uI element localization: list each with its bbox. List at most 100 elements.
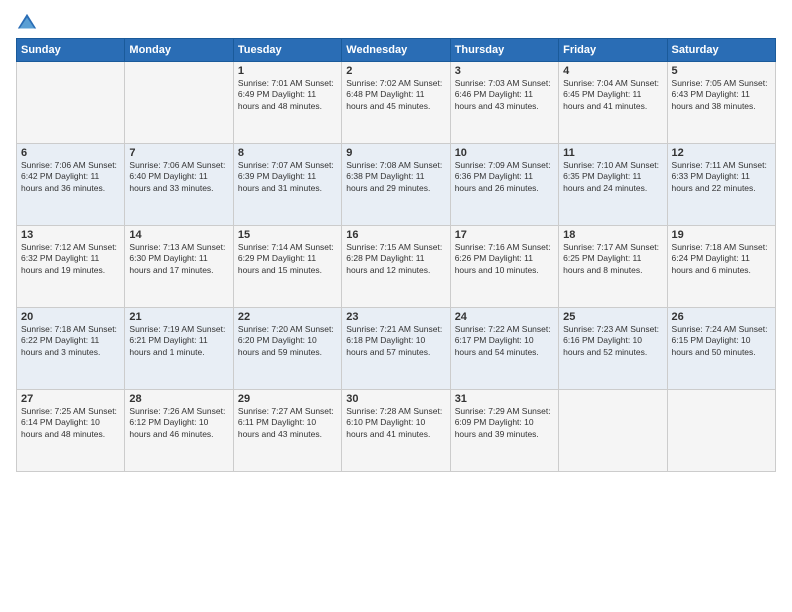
calendar-cell: 10Sunrise: 7:09 AM Sunset: 6:36 PM Dayli… [450, 144, 558, 226]
day-info: Sunrise: 7:29 AM Sunset: 6:09 PM Dayligh… [455, 406, 554, 440]
calendar-cell: 24Sunrise: 7:22 AM Sunset: 6:17 PM Dayli… [450, 308, 558, 390]
col-header-monday: Monday [125, 39, 233, 62]
day-info: Sunrise: 7:12 AM Sunset: 6:32 PM Dayligh… [21, 242, 120, 276]
day-number: 19 [672, 229, 771, 241]
header-row: SundayMondayTuesdayWednesdayThursdayFrid… [17, 39, 776, 62]
day-number: 30 [346, 393, 445, 405]
day-info: Sunrise: 7:07 AM Sunset: 6:39 PM Dayligh… [238, 160, 337, 194]
day-number: 22 [238, 311, 337, 323]
day-info: Sunrise: 7:22 AM Sunset: 6:17 PM Dayligh… [455, 324, 554, 358]
day-info: Sunrise: 7:06 AM Sunset: 6:40 PM Dayligh… [129, 160, 228, 194]
day-info: Sunrise: 7:25 AM Sunset: 6:14 PM Dayligh… [21, 406, 120, 440]
calendar-cell: 5Sunrise: 7:05 AM Sunset: 6:43 PM Daylig… [667, 62, 775, 144]
day-info: Sunrise: 7:13 AM Sunset: 6:30 PM Dayligh… [129, 242, 228, 276]
calendar-cell: 31Sunrise: 7:29 AM Sunset: 6:09 PM Dayli… [450, 390, 558, 472]
calendar-cell: 28Sunrise: 7:26 AM Sunset: 6:12 PM Dayli… [125, 390, 233, 472]
day-number: 29 [238, 393, 337, 405]
col-header-thursday: Thursday [450, 39, 558, 62]
col-header-tuesday: Tuesday [233, 39, 341, 62]
day-number: 4 [563, 65, 662, 77]
day-info: Sunrise: 7:18 AM Sunset: 6:22 PM Dayligh… [21, 324, 120, 358]
calendar-cell [125, 62, 233, 144]
day-info: Sunrise: 7:20 AM Sunset: 6:20 PM Dayligh… [238, 324, 337, 358]
day-info: Sunrise: 7:03 AM Sunset: 6:46 PM Dayligh… [455, 78, 554, 112]
day-number: 12 [672, 147, 771, 159]
calendar-cell: 20Sunrise: 7:18 AM Sunset: 6:22 PM Dayli… [17, 308, 125, 390]
day-number: 3 [455, 65, 554, 77]
day-number: 20 [21, 311, 120, 323]
col-header-wednesday: Wednesday [342, 39, 450, 62]
week-row-3: 13Sunrise: 7:12 AM Sunset: 6:32 PM Dayli… [17, 226, 776, 308]
day-info: Sunrise: 7:04 AM Sunset: 6:45 PM Dayligh… [563, 78, 662, 112]
calendar-cell: 17Sunrise: 7:16 AM Sunset: 6:26 PM Dayli… [450, 226, 558, 308]
calendar-cell: 27Sunrise: 7:25 AM Sunset: 6:14 PM Dayli… [17, 390, 125, 472]
calendar-cell: 14Sunrise: 7:13 AM Sunset: 6:30 PM Dayli… [125, 226, 233, 308]
day-number: 8 [238, 147, 337, 159]
calendar-cell: 22Sunrise: 7:20 AM Sunset: 6:20 PM Dayli… [233, 308, 341, 390]
week-row-1: 1Sunrise: 7:01 AM Sunset: 6:49 PM Daylig… [17, 62, 776, 144]
week-row-2: 6Sunrise: 7:06 AM Sunset: 6:42 PM Daylig… [17, 144, 776, 226]
day-number: 1 [238, 65, 337, 77]
day-info: Sunrise: 7:02 AM Sunset: 6:48 PM Dayligh… [346, 78, 445, 112]
calendar-cell: 4Sunrise: 7:04 AM Sunset: 6:45 PM Daylig… [559, 62, 667, 144]
calendar-cell [559, 390, 667, 472]
day-number: 2 [346, 65, 445, 77]
day-number: 27 [21, 393, 120, 405]
day-info: Sunrise: 7:16 AM Sunset: 6:26 PM Dayligh… [455, 242, 554, 276]
day-number: 31 [455, 393, 554, 405]
calendar-cell: 6Sunrise: 7:06 AM Sunset: 6:42 PM Daylig… [17, 144, 125, 226]
day-number: 10 [455, 147, 554, 159]
day-number: 18 [563, 229, 662, 241]
day-info: Sunrise: 7:28 AM Sunset: 6:10 PM Dayligh… [346, 406, 445, 440]
calendar-cell: 25Sunrise: 7:23 AM Sunset: 6:16 PM Dayli… [559, 308, 667, 390]
day-info: Sunrise: 7:19 AM Sunset: 6:21 PM Dayligh… [129, 324, 228, 358]
day-number: 6 [21, 147, 120, 159]
day-number: 26 [672, 311, 771, 323]
week-row-5: 27Sunrise: 7:25 AM Sunset: 6:14 PM Dayli… [17, 390, 776, 472]
calendar-cell: 9Sunrise: 7:08 AM Sunset: 6:38 PM Daylig… [342, 144, 450, 226]
week-row-4: 20Sunrise: 7:18 AM Sunset: 6:22 PM Dayli… [17, 308, 776, 390]
calendar-cell: 2Sunrise: 7:02 AM Sunset: 6:48 PM Daylig… [342, 62, 450, 144]
calendar-table: SundayMondayTuesdayWednesdayThursdayFrid… [16, 38, 776, 472]
calendar-cell: 18Sunrise: 7:17 AM Sunset: 6:25 PM Dayli… [559, 226, 667, 308]
day-number: 24 [455, 311, 554, 323]
calendar-cell: 15Sunrise: 7:14 AM Sunset: 6:29 PM Dayli… [233, 226, 341, 308]
day-number: 21 [129, 311, 228, 323]
calendar-cell: 3Sunrise: 7:03 AM Sunset: 6:46 PM Daylig… [450, 62, 558, 144]
day-info: Sunrise: 7:09 AM Sunset: 6:36 PM Dayligh… [455, 160, 554, 194]
day-info: Sunrise: 7:18 AM Sunset: 6:24 PM Dayligh… [672, 242, 771, 276]
day-info: Sunrise: 7:24 AM Sunset: 6:15 PM Dayligh… [672, 324, 771, 358]
calendar-cell: 8Sunrise: 7:07 AM Sunset: 6:39 PM Daylig… [233, 144, 341, 226]
day-number: 23 [346, 311, 445, 323]
day-info: Sunrise: 7:06 AM Sunset: 6:42 PM Dayligh… [21, 160, 120, 194]
col-header-friday: Friday [559, 39, 667, 62]
day-number: 9 [346, 147, 445, 159]
calendar-cell [667, 390, 775, 472]
day-info: Sunrise: 7:27 AM Sunset: 6:11 PM Dayligh… [238, 406, 337, 440]
calendar-cell: 13Sunrise: 7:12 AM Sunset: 6:32 PM Dayli… [17, 226, 125, 308]
day-number: 11 [563, 147, 662, 159]
logo [16, 12, 40, 34]
day-info: Sunrise: 7:17 AM Sunset: 6:25 PM Dayligh… [563, 242, 662, 276]
calendar-cell: 19Sunrise: 7:18 AM Sunset: 6:24 PM Dayli… [667, 226, 775, 308]
calendar-cell: 16Sunrise: 7:15 AM Sunset: 6:28 PM Dayli… [342, 226, 450, 308]
day-info: Sunrise: 7:26 AM Sunset: 6:12 PM Dayligh… [129, 406, 228, 440]
day-info: Sunrise: 7:23 AM Sunset: 6:16 PM Dayligh… [563, 324, 662, 358]
calendar-cell: 7Sunrise: 7:06 AM Sunset: 6:40 PM Daylig… [125, 144, 233, 226]
day-info: Sunrise: 7:05 AM Sunset: 6:43 PM Dayligh… [672, 78, 771, 112]
calendar-cell: 1Sunrise: 7:01 AM Sunset: 6:49 PM Daylig… [233, 62, 341, 144]
day-info: Sunrise: 7:21 AM Sunset: 6:18 PM Dayligh… [346, 324, 445, 358]
header [16, 12, 776, 34]
calendar-cell: 30Sunrise: 7:28 AM Sunset: 6:10 PM Dayli… [342, 390, 450, 472]
day-info: Sunrise: 7:01 AM Sunset: 6:49 PM Dayligh… [238, 78, 337, 112]
calendar-cell: 11Sunrise: 7:10 AM Sunset: 6:35 PM Dayli… [559, 144, 667, 226]
calendar-cell: 21Sunrise: 7:19 AM Sunset: 6:21 PM Dayli… [125, 308, 233, 390]
day-info: Sunrise: 7:15 AM Sunset: 6:28 PM Dayligh… [346, 242, 445, 276]
calendar-cell [17, 62, 125, 144]
calendar-cell: 12Sunrise: 7:11 AM Sunset: 6:33 PM Dayli… [667, 144, 775, 226]
day-number: 28 [129, 393, 228, 405]
calendar-cell: 26Sunrise: 7:24 AM Sunset: 6:15 PM Dayli… [667, 308, 775, 390]
day-number: 7 [129, 147, 228, 159]
day-number: 25 [563, 311, 662, 323]
logo-icon [16, 12, 38, 34]
